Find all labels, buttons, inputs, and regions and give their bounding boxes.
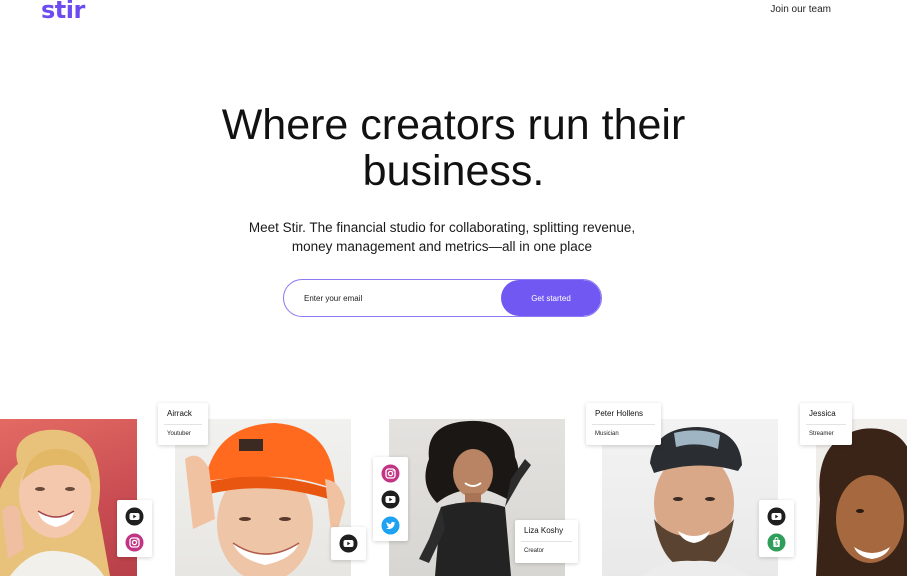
hero-subtitle-line-1: Meet Stir. The financial studio for coll… — [248, 220, 636, 235]
hero-subtitle: Meet Stir. The financial studio for coll… — [0, 218, 884, 256]
twitter-icon[interactable] — [381, 516, 400, 535]
creator-role: Youtuber — [167, 431, 191, 437]
creator-name: Liza Koshy — [524, 526, 564, 535]
social-icons-card — [373, 457, 408, 541]
youtube-icon[interactable] — [381, 490, 400, 509]
card-divider — [164, 424, 202, 425]
creator-name: Jessica — [809, 409, 836, 418]
social-icons-card — [759, 500, 794, 557]
instagram-icon[interactable] — [381, 464, 400, 483]
hero-title-line-1: Where creators run their — [221, 101, 686, 149]
creator-name: Peter Hollens — [595, 409, 644, 418]
shopify-icon[interactable] — [767, 533, 786, 552]
hero-title: Where creators run their business. — [0, 102, 907, 194]
creator-card-peter-hollens: Peter Hollens Musician — [586, 403, 661, 445]
email-signup-form: Get started — [283, 279, 602, 317]
get-started-button[interactable]: Get started — [501, 280, 601, 316]
join-our-team-link[interactable]: Join our team — [770, 4, 831, 15]
creator-name: Airrack — [167, 409, 192, 418]
hero-subtitle-line-2: money management and metrics—all in one … — [291, 239, 593, 254]
social-icons-card — [117, 500, 152, 557]
card-divider — [521, 541, 572, 542]
creator-role: Creator — [524, 548, 545, 554]
creator-role: Streamer — [809, 431, 834, 437]
creator-card-liza-koshy: Liza Koshy Creator — [515, 520, 578, 563]
landing-page: stir Join our team Where creators run th… — [0, 0, 907, 576]
youtube-icon[interactable] — [339, 534, 358, 553]
card-divider — [806, 424, 846, 425]
youtube-icon[interactable] — [125, 507, 144, 526]
stir-logo[interactable]: stir — [41, 0, 85, 24]
hero-title-line-2: business. — [362, 147, 545, 195]
social-icons-card — [331, 527, 366, 560]
card-divider — [592, 424, 655, 425]
creator-role: Musician — [595, 431, 619, 437]
instagram-icon[interactable] — [125, 533, 144, 552]
email-input[interactable] — [284, 280, 504, 316]
creator-card-jessica: Jessica Streamer — [800, 403, 852, 445]
youtube-icon[interactable] — [767, 507, 786, 526]
creator-card-airrack: Airrack Youtuber — [158, 403, 208, 445]
